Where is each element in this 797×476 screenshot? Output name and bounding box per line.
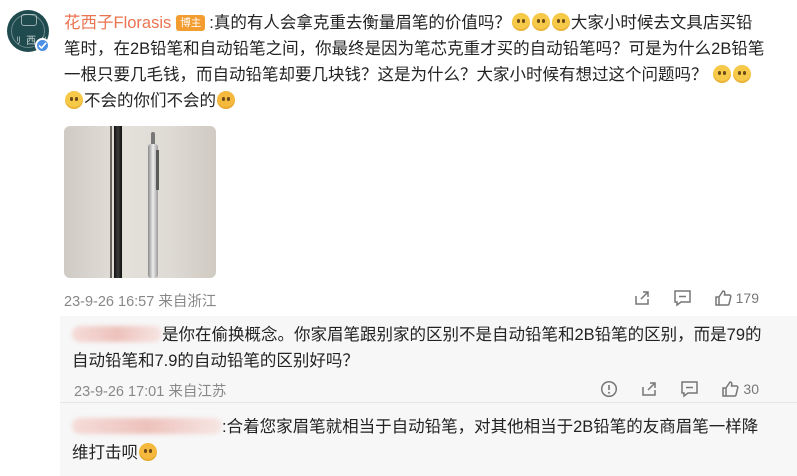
reply-1: 是你在偷换概念。你家眉笔跟别家的区别不是自动铅笔和2B铅笔的区别，而是79的 自… bbox=[72, 322, 762, 374]
share-icon bbox=[642, 382, 657, 396]
post-actions: 179 bbox=[611, 289, 759, 307]
pencil-edge bbox=[110, 126, 112, 278]
reply-2: :合着您家眉笔就相当于自动铅笔，对其他相当于2B铅笔的友商眉笔一样降 维打击呗 bbox=[72, 414, 758, 466]
share-button[interactable] bbox=[633, 289, 651, 307]
post-text-line-2: 笔时，在2B铅笔和自动铅笔之间，你最终是因为笔芯克重才买的自动铅笔吗？可是为什么… bbox=[64, 40, 765, 58]
post-text-line-1b: 大家小时候去文具店买铅 bbox=[570, 14, 753, 32]
like-icon bbox=[714, 290, 732, 306]
redacted-username bbox=[72, 418, 222, 434]
share-icon bbox=[634, 291, 649, 305]
reply-1-actions: 30 bbox=[578, 380, 759, 398]
reply-1-location: 来自江苏 bbox=[168, 384, 227, 400]
comment-button[interactable] bbox=[680, 380, 699, 398]
post-meta: 23-9-26 16:57 来自浙江 bbox=[64, 290, 216, 311]
sad-face-emoji bbox=[733, 65, 752, 83]
verified-icon bbox=[35, 38, 50, 53]
like-icon bbox=[722, 381, 739, 397]
report-icon bbox=[601, 380, 618, 398]
black-pencil bbox=[114, 126, 122, 278]
like-button[interactable]: 179 bbox=[714, 289, 759, 307]
pencil-clip bbox=[156, 150, 159, 190]
avatar-logo-mark bbox=[21, 14, 37, 26]
post-text-line-1: :真的有人会拿克重去衡量眉笔的价值吗？ bbox=[209, 14, 511, 32]
like-count: 30 bbox=[743, 381, 759, 397]
reply-2-line-2: 维打击呗 bbox=[72, 444, 138, 462]
blogger-badge: 博主 bbox=[176, 15, 206, 31]
reply-2-line-1: :合着您家眉笔就相当于自动铅笔，对其他相当于2B铅笔的友商眉笔一样降 bbox=[222, 418, 759, 436]
report-button[interactable] bbox=[600, 380, 618, 398]
sad-face-emoji bbox=[65, 91, 83, 109]
reply-1-timestamp: 23-9-26 17:01 bbox=[74, 384, 165, 400]
comment-button[interactable] bbox=[673, 289, 692, 307]
comment-icon bbox=[673, 290, 691, 307]
reply-1-line-2: 自动铅笔和7.9的自动铅笔的区别好吗？ bbox=[72, 352, 359, 370]
sad-face-emoji bbox=[551, 13, 570, 31]
crying-face-emoji bbox=[139, 443, 157, 461]
post-username[interactable]: 花西子Florasis bbox=[64, 14, 171, 32]
post-text: 花西子Florasis 博主:真的有人会拿克重去衡量眉笔的价值吗？ 大家小时候去文具… bbox=[64, 10, 784, 114]
reply-1-line-1: 是你在偷换概念。你家眉笔跟别家的区别不是自动铅笔和2B铅笔的区别，而是79的 bbox=[162, 326, 762, 344]
reply-1-meta: 23-9-26 17:01 来自江苏 bbox=[74, 380, 226, 401]
post-text-line-4: 不会的你们不会的 bbox=[84, 92, 216, 110]
crying-face-emoji bbox=[217, 91, 235, 109]
post-timestamp: 23-9-26 16:57 bbox=[64, 294, 155, 310]
share-button[interactable] bbox=[640, 380, 658, 398]
comment-icon bbox=[681, 381, 699, 398]
redacted-username bbox=[72, 326, 162, 342]
sad-face-emoji bbox=[531, 13, 550, 31]
post-image[interactable] bbox=[64, 126, 216, 278]
sad-face-emoji bbox=[713, 65, 732, 83]
like-button[interactable]: 30 bbox=[721, 380, 759, 398]
like-count: 179 bbox=[735, 290, 759, 306]
post-location: 来自浙江 bbox=[158, 294, 217, 310]
sad-face-emoji bbox=[511, 13, 530, 31]
post-text-line-3: 一根只要几毛钱，而自动铅笔却要几块钱？这是为什么？大家小时候有想过这个问题吗？ bbox=[64, 66, 708, 84]
reply-divider bbox=[60, 402, 797, 403]
